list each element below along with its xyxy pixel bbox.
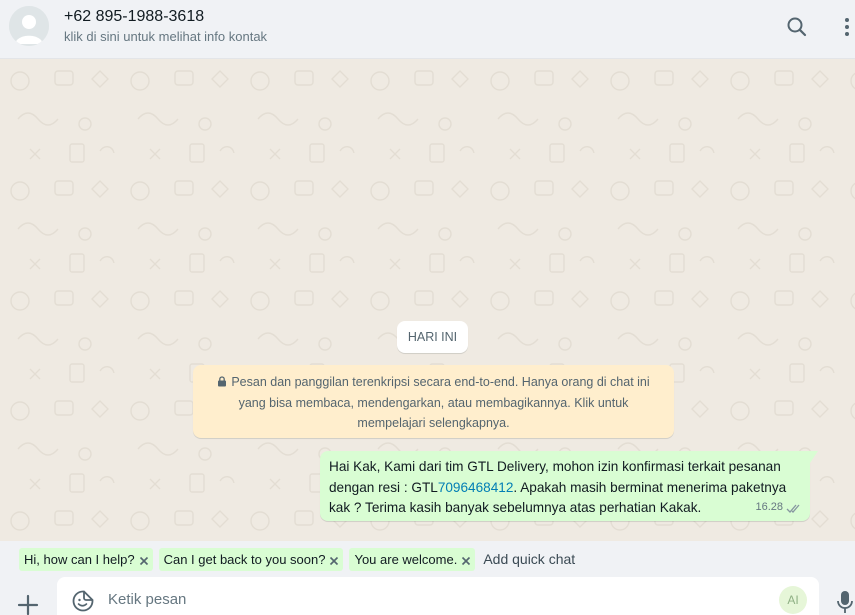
contact-info[interactable]: +62 895-1988-3618 klik di sini untuk mel… — [64, 7, 267, 46]
quick-chat-chip[interactable]: Hi, how can I help? — [19, 547, 153, 571]
close-icon[interactable] — [461, 554, 471, 566]
close-icon[interactable] — [329, 554, 339, 566]
quick-chat-label: Can I get back to you soon? — [163, 551, 326, 567]
encryption-notice-text: Pesan dan panggilan terenkripsi secara e… — [231, 375, 650, 430]
outgoing-message[interactable]: Hai Kak, Kami dari tim GTL Delivery, moh… — [320, 451, 810, 521]
quick-chat-label: Hi, how can I help? — [24, 551, 135, 567]
microphone-icon[interactable] — [836, 589, 854, 615]
quick-chat-label: You are welcome. — [354, 551, 458, 567]
bubble-tail — [810, 451, 818, 463]
chat-area[interactable]: HARI INI Pesan dan panggilan terenkripsi… — [0, 59, 855, 541]
tracking-number-link[interactable]: 7096468412 — [438, 480, 514, 495]
search-icon[interactable] — [785, 15, 809, 39]
contact-name: +62 895-1988-3618 — [64, 8, 205, 25]
message-input[interactable] — [108, 587, 768, 611]
plus-icon[interactable] — [17, 594, 39, 615]
contact-info-hint: klik di sini untuk melihat info kontak — [64, 29, 268, 44]
sticker-icon[interactable] — [71, 589, 95, 613]
encryption-notice[interactable]: Pesan dan panggilan terenkripsi secara e… — [193, 365, 674, 438]
close-icon[interactable] — [139, 554, 149, 566]
quick-chat-chip[interactable]: Can I get back to you soon? — [158, 547, 344, 571]
message-meta: 16.28 — [755, 497, 802, 518]
add-quick-chat-button[interactable]: Add quick chat — [483, 551, 575, 567]
date-divider: HARI INI — [397, 321, 468, 353]
ai-button[interactable]: AI — [779, 586, 807, 614]
lock-icon — [217, 373, 227, 387]
quick-chat-bar: Hi, how can I help? Can I get back to yo… — [0, 541, 855, 577]
kebab-menu-icon[interactable] — [835, 15, 855, 39]
message-composer: AI — [0, 577, 855, 615]
double-check-icon — [786, 501, 802, 514]
chat-header: +62 895-1988-3618 klik di sini untuk mel… — [0, 0, 855, 59]
message-time: 16.28 — [755, 500, 783, 513]
default-avatar-icon[interactable] — [9, 6, 49, 46]
message-input-wrapper: AI — [57, 577, 819, 615]
quick-chat-chip[interactable]: You are welcome. — [349, 547, 476, 571]
